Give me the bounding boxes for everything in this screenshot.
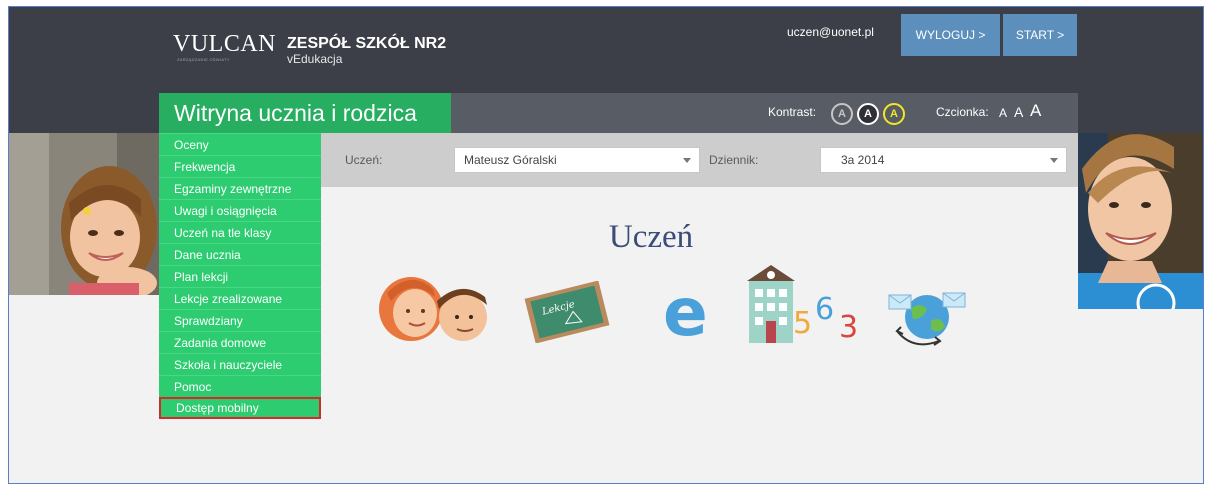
site-title: Witryna ucznia i rodzica <box>159 93 451 133</box>
top-header: VULCAN ZARZĄDZANIE OŚWIATY ZESPÓŁ SZKÓŁ … <box>9 7 1203 93</box>
chevron-down-icon <box>683 158 691 163</box>
font-large-button[interactable]: A <box>1030 101 1041 121</box>
sidebar-menu: Oceny Frekwencja Egzaminy zewnętrzne Uwa… <box>159 133 321 419</box>
chevron-down-icon <box>1050 158 1058 163</box>
number-five: 5 <box>793 306 812 341</box>
contrast-normal-button[interactable]: A <box>831 103 853 125</box>
sidebar-item-uwagi[interactable]: Uwagi i osiągnięcia <box>159 199 321 221</box>
title-bar: Witryna ucznia i rodzica Kontrast: A A A… <box>9 93 1203 133</box>
journal-select[interactable]: 3a 2014 <box>820 147 1067 173</box>
font-small-button[interactable]: A <box>999 106 1007 120</box>
number-six: 6 <box>815 292 834 327</box>
sidebar-item-frekwencja[interactable]: Frekwencja <box>159 155 321 177</box>
school-name: ZESPÓŁ SZKÓŁ NR2 <box>287 35 447 52</box>
sidebar-item-sprawdziany[interactable]: Sprawdziany <box>159 309 321 331</box>
sidebar-item-egzaminy[interactable]: Egzaminy zewnętrzne <box>159 177 321 199</box>
vulcan-logo: VULCAN <box>173 31 276 57</box>
student-parent-faces-icon[interactable] <box>377 275 497 343</box>
contrast-dark-button[interactable]: A <box>857 103 879 125</box>
page-title: Uczeń <box>608 219 694 255</box>
student-select[interactable]: Mateusz Góralski <box>454 147 700 173</box>
student-boy-photo <box>1078 133 1203 309</box>
journal-select-value: 3a 2014 <box>841 153 885 167</box>
user-email: uczen@uonet.pl <box>787 25 874 39</box>
student-select-value: Mateusz Góralski <box>464 153 557 167</box>
vulcan-logo-subtitle: ZARZĄDZANIE OŚWIATY <box>177 57 230 62</box>
sidebar-item-dostep-mobilny[interactable]: Dostęp mobilny <box>159 397 321 419</box>
e-letter-icon[interactable]: e <box>661 274 717 351</box>
contrast-yellow-button[interactable]: A <box>883 103 905 125</box>
main-content: Uczeń Lekcje e 5 6 3 <box>321 187 1078 483</box>
site-title-text: Witryna ucznia i rodzica <box>174 99 417 126</box>
filter-bar: Uczeń: Mateusz Góralski Dziennik: 3a 201… <box>321 133 1078 187</box>
globe-messages-icon[interactable] <box>883 279 973 355</box>
sidebar-item-oceny[interactable]: Oceny <box>159 133 321 155</box>
start-button[interactable]: START > <box>1003 14 1077 56</box>
contrast-label: Kontrast: <box>768 105 817 119</box>
sidebar-item-lekcje-zrealizowane[interactable]: Lekcje zrealizowane <box>159 287 321 309</box>
app-window: VULCAN ZARZĄDZANIE OŚWIATY ZESPÓŁ SZKÓŁ … <box>8 6 1204 484</box>
student-label: Uczeń: <box>345 153 383 167</box>
e-letter-glyph: e <box>663 277 708 343</box>
sidebar-item-zadania-domowe[interactable]: Zadania domowe <box>159 331 321 353</box>
journal-label: Dziennik: <box>709 153 759 167</box>
number-three: 3 <box>839 310 858 343</box>
sidebar-item-szkola[interactable]: Szkoła i nauczyciele <box>159 353 321 375</box>
font-medium-button[interactable]: A <box>1014 104 1023 120</box>
sidebar-item-uczen-na-tle-klasy[interactable]: Uczeń na tle klasy <box>159 221 321 243</box>
logout-button[interactable]: WYLOGUJ > <box>901 14 1000 56</box>
sidebar-item-pomoc[interactable]: Pomoc <box>159 375 321 397</box>
chalkboard-icon[interactable]: Lekcje <box>523 280 611 344</box>
student-girl-photo <box>9 133 159 295</box>
font-size-label: Czcionka: <box>936 105 989 119</box>
school-subtitle: vEdukacja <box>287 52 343 66</box>
sidebar-item-dane-ucznia[interactable]: Dane ucznia <box>159 243 321 265</box>
sidebar-item-plan-lekcji[interactable]: Plan lekcji <box>159 265 321 287</box>
grades-numbers-icon[interactable]: 5 6 3 <box>789 287 869 345</box>
